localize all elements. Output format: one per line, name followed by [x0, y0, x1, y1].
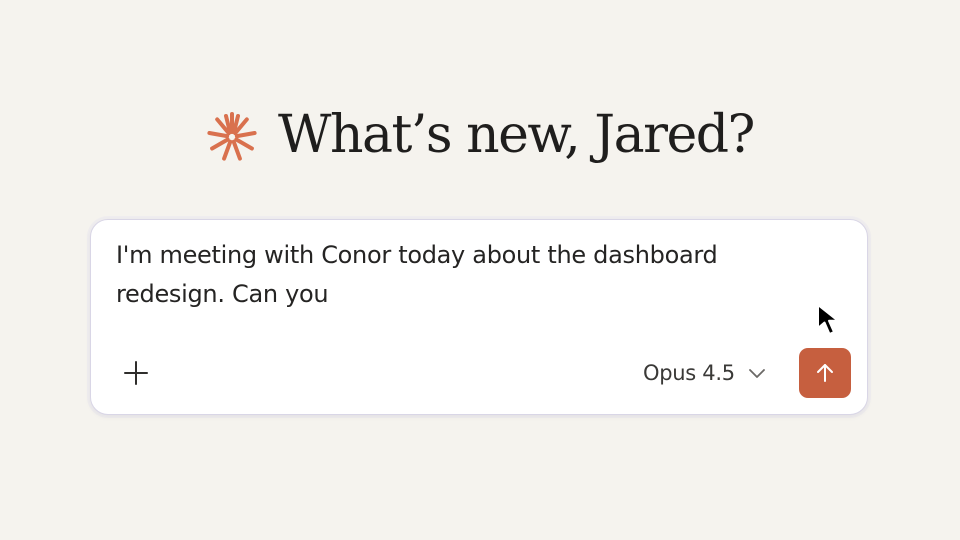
chat-composer: I'm meeting with Conor today about the d… — [90, 219, 868, 415]
send-button[interactable] — [799, 348, 851, 398]
add-attachment-button[interactable] — [119, 356, 153, 390]
model-selector[interactable]: Opus 4.5 — [643, 356, 767, 390]
greeting-header: What’s new, Jared? — [0, 100, 960, 170]
mouse-cursor-icon — [817, 304, 839, 335]
message-input[interactable]: I'm meeting with Conor today about the d… — [116, 236, 766, 314]
spark-logo-icon — [207, 112, 257, 161]
arrow-up-icon — [817, 364, 833, 382]
chevron-down-icon — [748, 369, 765, 378]
plus-icon — [124, 361, 148, 385]
greeting-title: What’s new, Jared? — [278, 105, 755, 165]
model-selector-label: Opus 4.5 — [643, 361, 735, 385]
